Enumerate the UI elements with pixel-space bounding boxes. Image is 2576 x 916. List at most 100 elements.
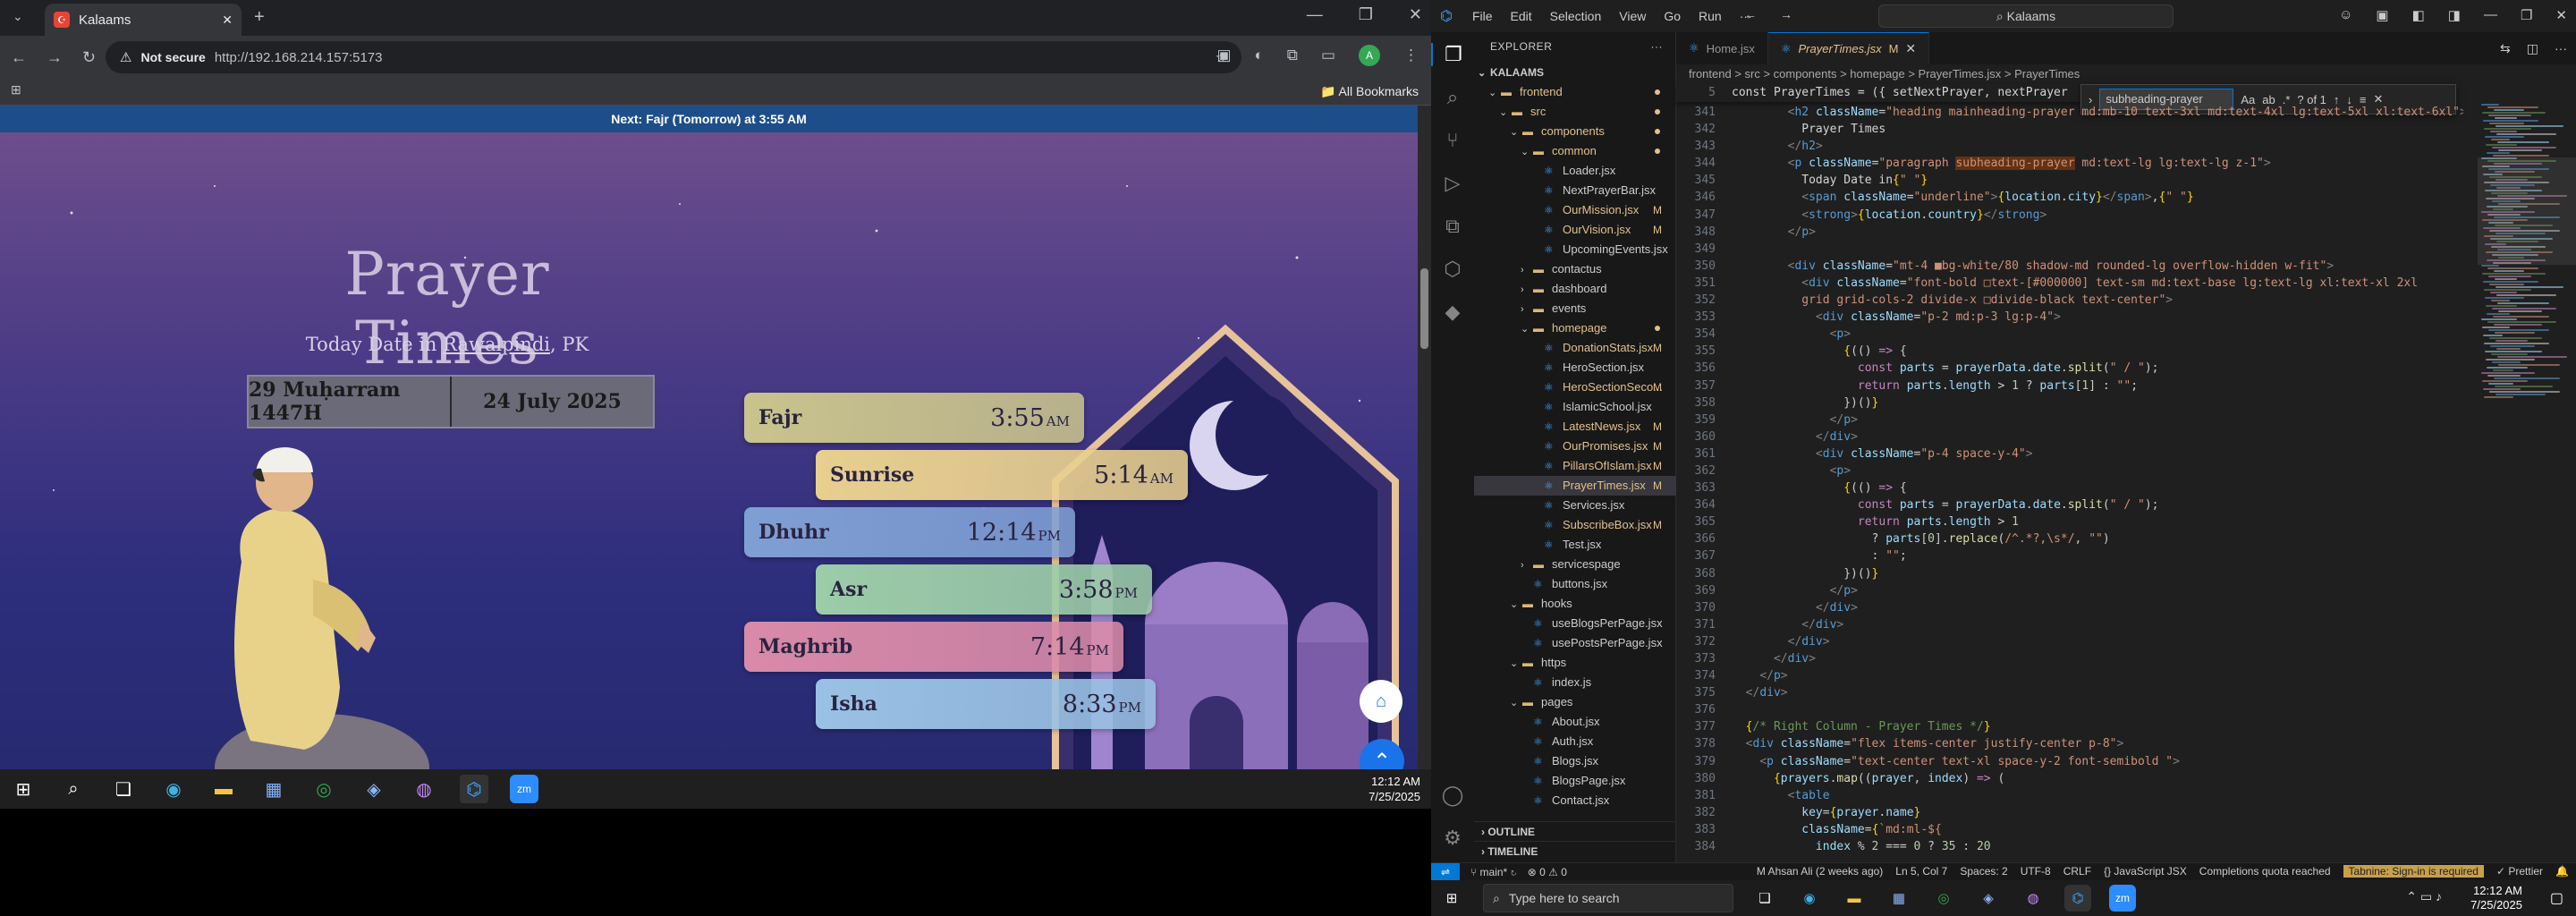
tree-folder[interactable]: ⌄ ▬ pages [1474, 692, 1676, 712]
code-line[interactable]: 372 </div> [1676, 633, 2463, 650]
tree-folder[interactable]: ⌄ ▬ hooks [1474, 594, 1676, 614]
code-line[interactable]: 380 {prayers.map((prayer, index) => ( [1676, 770, 2463, 787]
address-bar[interactable]: ⚠ Not secure http://192.168.214.157:5173… [106, 41, 1241, 73]
code-line[interactable]: 355 {(() => { [1676, 343, 2463, 360]
tree-file[interactable]: ⚛ Contact.jsx [1474, 791, 1676, 810]
layout-panel-icon[interactable]: ▣ [2376, 7, 2388, 23]
code-line[interactable]: 367 : ""; [1676, 547, 2463, 564]
code-line[interactable]: 351 <div className="font-bold □text-[#00… [1676, 275, 2463, 292]
close-window-icon[interactable]: ✕ [1409, 5, 1422, 24]
code-line[interactable]: 377 {/* Right Column - Prayer Times */} [1676, 718, 2463, 735]
tabnine-icon[interactable]: ◆ [1445, 301, 1461, 324]
search-icon[interactable]: ⌕ [59, 775, 88, 803]
menu-item-selection[interactable]: Selection [1550, 9, 1602, 23]
code-line[interactable]: 350 <div className="mt-4 ■bg-white/80 sh… [1676, 258, 2463, 275]
code-line[interactable]: 345 Today Date in{" "} [1676, 172, 2463, 189]
indentation[interactable]: Spaces: 2 [1960, 865, 2007, 878]
layout-secondary-icon[interactable]: ◨ [2448, 7, 2461, 23]
code-line[interactable]: 382 key={prayer.name} [1676, 804, 2463, 821]
editor-tab[interactable]: ⚛ Home.jsx [1676, 32, 1768, 64]
chrome-icon[interactable]: ◎ [309, 775, 338, 803]
code-line[interactable]: 361 <div className="p-4 space-y-4"> [1676, 445, 2463, 462]
code-line[interactable]: 370 </div> [1676, 599, 2463, 616]
apps-grid-icon[interactable]: ⊞ [11, 82, 21, 98]
code-line[interactable]: 384 index % 2 === 0 ? 35 : 20 [1676, 838, 2463, 855]
menu-item-file[interactable]: File [1472, 9, 1493, 23]
code-line[interactable]: 374 </p> [1676, 667, 2463, 684]
file-explorer-icon[interactable]: ▬ [209, 775, 238, 803]
tree-file[interactable]: ⚛ usePostsPerPage.jsx [1474, 633, 1676, 653]
code-line[interactable]: 363 {(() => { [1676, 479, 2463, 496]
all-bookmarks[interactable]: 📁 All Bookmarks [1320, 84, 1419, 99]
tree-file[interactable]: ⚛ NextPrayerBar.jsx [1474, 181, 1676, 200]
code-line[interactable]: 356 const parts = prayerData.date.split(… [1676, 360, 2463, 377]
tree-file[interactable]: ⚛ PrayerTimes.jsx M [1474, 476, 1676, 496]
line-ending[interactable]: CRLF [2063, 865, 2091, 878]
tree-file[interactable]: ⚛ Services.jsx [1474, 496, 1676, 515]
code-line[interactable]: 383 className={`md:ml-${ [1676, 821, 2463, 838]
store-icon[interactable]: ▦ [259, 775, 288, 803]
store-icon[interactable]: ▦ [1885, 885, 1912, 912]
code-line[interactable]: 365 return parts.length > 1 [1676, 513, 2463, 530]
tree-folder[interactable]: › ▬ servicespage [1474, 555, 1676, 574]
tree-file[interactable]: ⚛ PillarsOfIslam.jsx M [1474, 456, 1676, 476]
app-icon[interactable]: ◈ [1975, 885, 2002, 912]
notification-center-icon[interactable]: ▢ [2550, 889, 2563, 907]
tray-icons[interactable]: ⌃ ▭ ♪ [2406, 889, 2442, 904]
tree-file[interactable]: ⚛ DonationStats.jsx M [1474, 338, 1676, 358]
side-panel-icon[interactable]: ▭ [1321, 47, 1335, 64]
minimize-icon[interactable]: — [2484, 7, 2497, 23]
nav-forward-icon[interactable]: → [1780, 7, 1792, 21]
code-line[interactable]: 381 <table [1676, 787, 2463, 804]
tree-file[interactable]: ⚛ index.js [1474, 673, 1676, 692]
editor-tab[interactable]: ⚛ PrayerTimes.jsx M ✕ [1767, 32, 1930, 64]
code-line[interactable]: 342 Prayer Times [1676, 121, 2463, 138]
extension-icon[interactable]: ◐ [1255, 47, 1264, 64]
explorer-more-icon[interactable]: ··· [1651, 32, 1664, 61]
tree-folder[interactable]: ⌄ ▬ common [1474, 141, 1676, 161]
settings-gear-icon[interactable]: ⚙ [1444, 827, 1462, 850]
github-icon[interactable]: ◍ [2020, 885, 2046, 912]
tree-file[interactable]: ⚛ Blogs.jsx [1474, 751, 1676, 771]
maximize-icon[interactable]: ❐ [2521, 7, 2532, 23]
close-tab-icon[interactable]: ✕ [222, 13, 233, 28]
vscode-icon[interactable]: ⌬ [460, 775, 488, 803]
tree-folder[interactable]: ⌄ ▬ homepage [1474, 318, 1676, 338]
code-line[interactable]: 364 const parts = prayerData.date.split(… [1676, 496, 2463, 513]
source-control-icon[interactable]: ⑂ [1446, 129, 1458, 152]
tab-search-icon[interactable]: ⌄ [13, 9, 23, 24]
explorer-icon[interactable]: ❐ [1431, 43, 1474, 66]
nav-back-icon[interactable]: ← [1744, 7, 1757, 21]
code-line[interactable]: 378 <div className="flex items-center ju… [1676, 735, 2463, 752]
tree-folder[interactable]: ⌄ ▬ frontend [1474, 82, 1676, 102]
code-line[interactable]: 359 </p> [1676, 411, 2463, 428]
tree-file[interactable]: ⚛ LatestNews.jsx M [1474, 417, 1676, 437]
compare-icon[interactable]: ⇆ [2500, 41, 2511, 56]
code-line[interactable]: 343 </h2> [1676, 138, 2463, 155]
not-secure-icon[interactable]: ⚠ [120, 49, 131, 65]
code-line[interactable]: 379 <p className="text-center text-xl sp… [1676, 753, 2463, 770]
remote-indicator-icon[interactable]: ⇌ [1431, 862, 1460, 880]
taskbar-search[interactable]: ⌕ Type here to search [1483, 884, 1733, 912]
browser-tab-active[interactable]: ☪ Kalaams ✕ [45, 4, 242, 36]
git-blame[interactable]: M Ahsan Ali (2 weeks ago) [1757, 865, 1883, 878]
sticky-scroll-line[interactable]: 5 const PrayerTimes = ({ setNextPrayer, n… [1676, 84, 2080, 102]
windows-start-icon[interactable]: ⊞ [1438, 885, 1465, 912]
code-line[interactable]: 368 })()} [1676, 565, 2463, 582]
code-editor[interactable]: 341 <h2 className="heading mainheading-p… [1676, 104, 2463, 855]
menu-item-run[interactable]: Run [1699, 9, 1722, 23]
edge-icon[interactable]: ◉ [159, 775, 188, 803]
code-line[interactable]: 344 <p className="paragraph subheading-p… [1676, 155, 2463, 172]
extensions-icon[interactable]: ⧉ [1445, 215, 1460, 238]
tree-file[interactable]: ⚛ IslamicSchool.jsx [1474, 397, 1676, 417]
tree-file[interactable]: ⚛ useBlogsPerPage.jsx [1474, 614, 1676, 633]
tree-file[interactable]: ⚛ OurVision.jsx M [1474, 220, 1676, 240]
copilot-icon[interactable]: ☺ [2339, 7, 2352, 23]
zoom-icon[interactable]: zm [2109, 885, 2136, 912]
code-line[interactable]: 358 })()} [1676, 394, 2463, 411]
tree-file[interactable]: ⚛ OurMission.jsx M [1474, 200, 1676, 220]
more-actions-icon[interactable]: ··· [2555, 41, 2567, 56]
accounts-icon[interactable]: ◯ [1442, 784, 1464, 807]
code-line[interactable]: 341 <h2 className="heading mainheading-p… [1676, 104, 2463, 121]
git-branch[interactable]: ⑂ main* ↻ [1470, 866, 1517, 878]
